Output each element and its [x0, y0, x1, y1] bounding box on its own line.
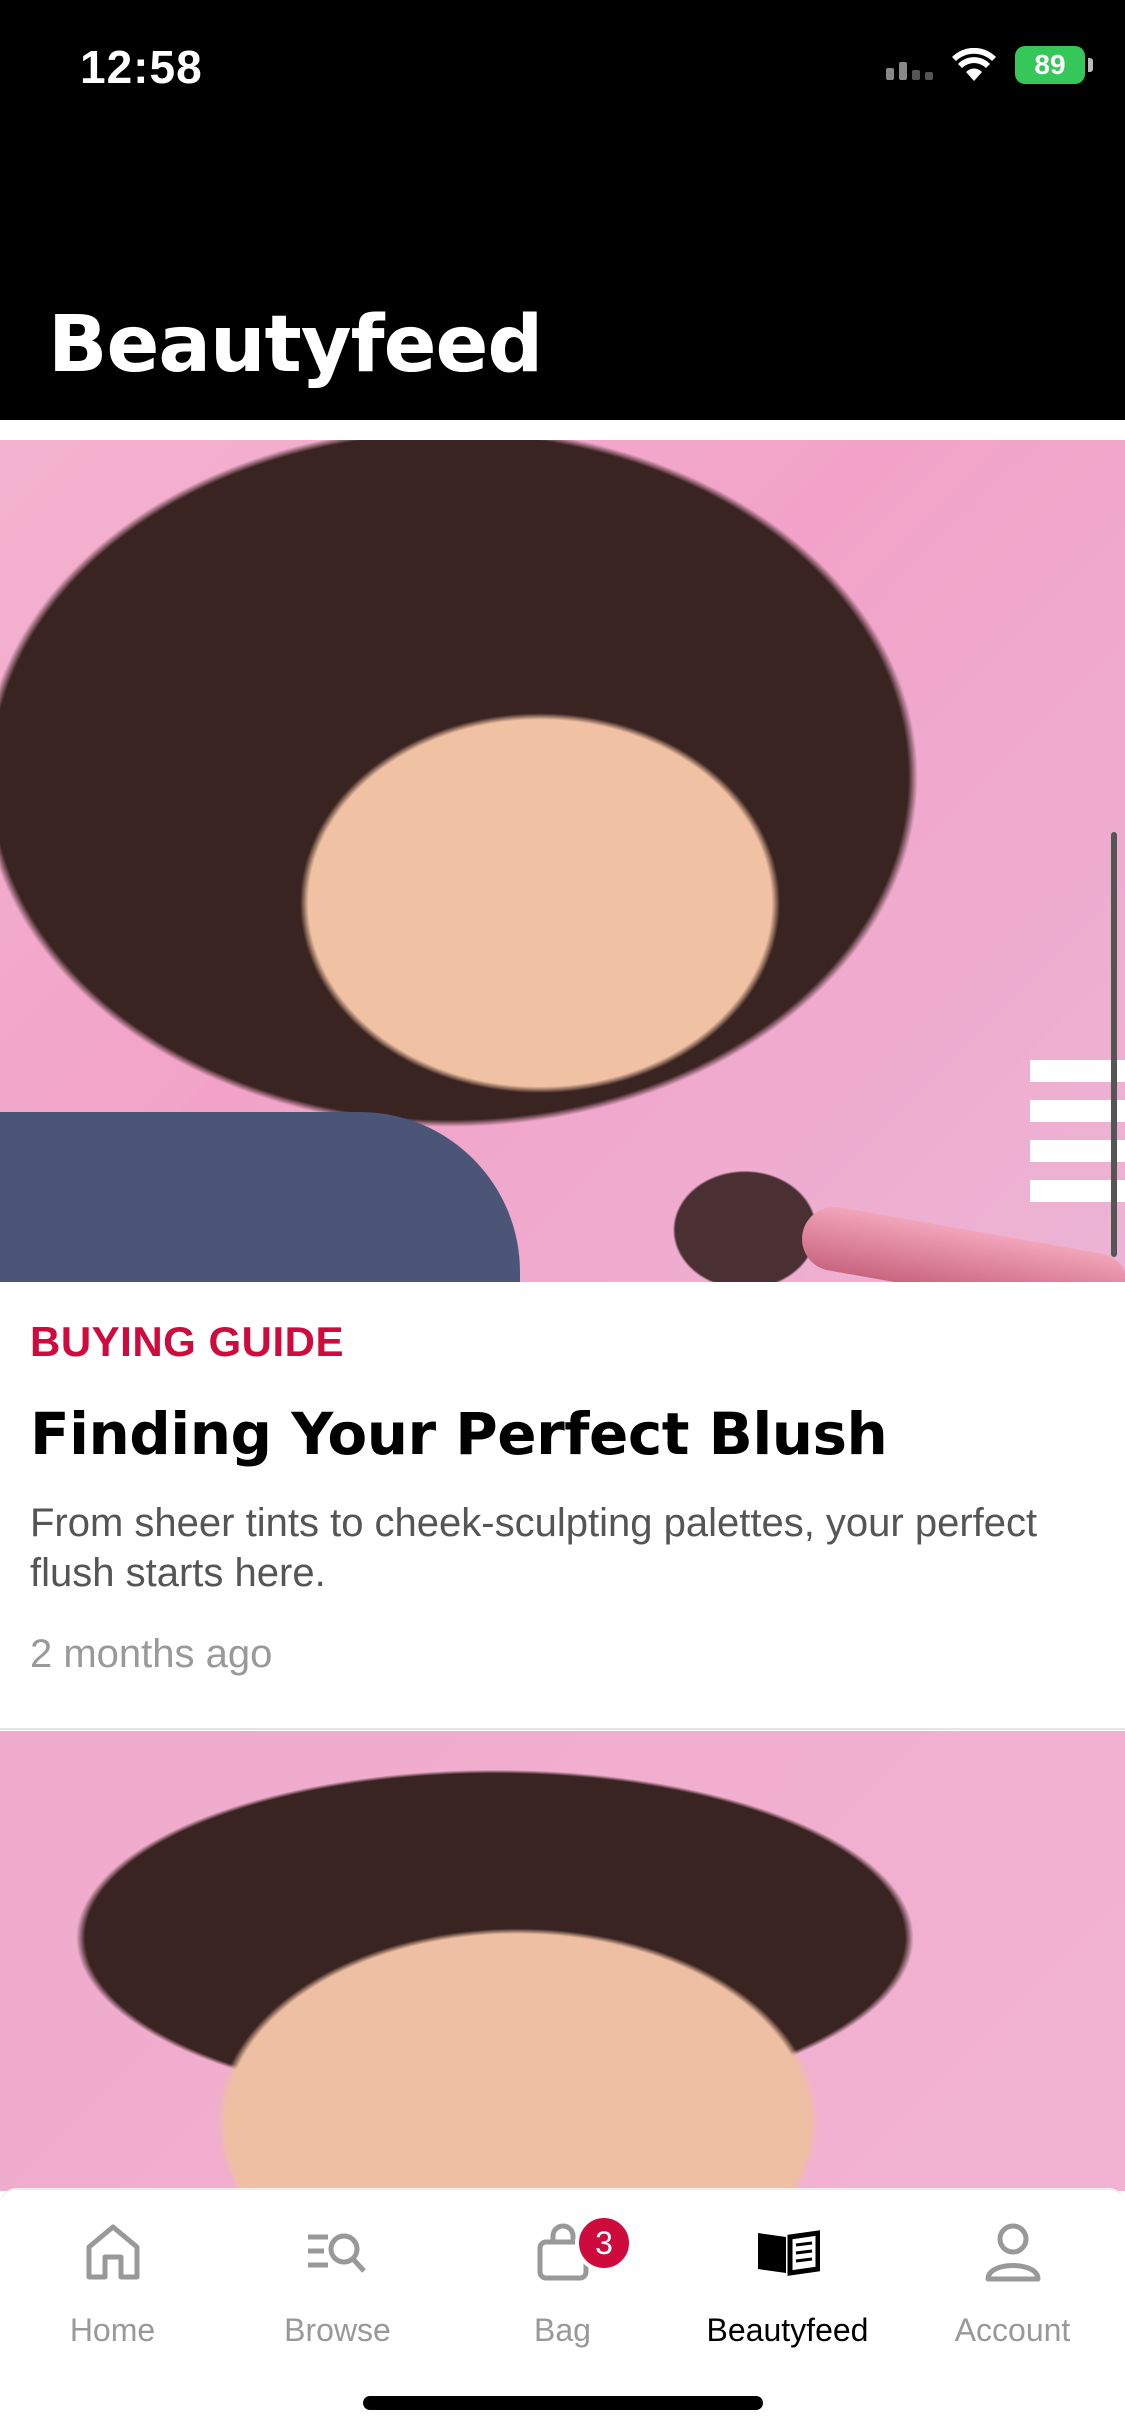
tab-beautyfeed[interactable]: Beautyfeed: [675, 2212, 900, 2349]
divider: [0, 1728, 1125, 1730]
denim-jacket: [0, 1112, 520, 1282]
tab-label: Bag: [534, 2312, 591, 2348]
tab-account[interactable]: Account: [900, 2212, 1125, 2349]
home-icon: [0, 2212, 225, 2292]
scrollbar[interactable]: [1111, 832, 1117, 1257]
tab-label: Account: [954, 2312, 1071, 2348]
tab-label: Beautyfeed: [706, 2312, 869, 2348]
tab-browse[interactable]: Browse: [225, 2212, 450, 2349]
beautyfeed-icon: [675, 2212, 900, 2292]
status-time: 12:58: [80, 41, 203, 93]
article-image[interactable]: [0, 440, 1125, 1282]
page-title: Beautyfeed: [48, 300, 543, 390]
bag-icon: 3: [450, 2212, 675, 2292]
bag-count-badge: 3: [575, 2214, 633, 2272]
article-category: BUYING GUIDE: [30, 1318, 345, 1365]
wifi-icon: [951, 48, 997, 82]
tab-label: Browse: [284, 2312, 391, 2348]
home-indicator: [363, 2396, 763, 2410]
status-icons: 89: [886, 46, 1093, 84]
browse-icon: [225, 2212, 450, 2292]
account-icon: [900, 2212, 1125, 2292]
battery-level: 89: [1034, 49, 1066, 80]
tab-label: Home: [69, 2312, 156, 2348]
tab-bag[interactable]: 3 Bag: [450, 2212, 675, 2349]
battery-icon: 89: [1015, 46, 1093, 84]
article-title[interactable]: Finding Your Perfect Blush: [30, 1400, 1100, 1468]
article-description: From sheer tints to cheek-sculpting pale…: [30, 1501, 1038, 1595]
tab-home[interactable]: Home: [0, 2212, 225, 2349]
article-image-2[interactable]: [0, 1731, 1125, 2191]
article-date: 2 months ago: [30, 1632, 273, 1676]
cellular-signal-icon: [886, 50, 933, 80]
brush-head: [660, 1160, 830, 1282]
top-header: 12:58 89 Beautyfeed: [0, 0, 1125, 420]
